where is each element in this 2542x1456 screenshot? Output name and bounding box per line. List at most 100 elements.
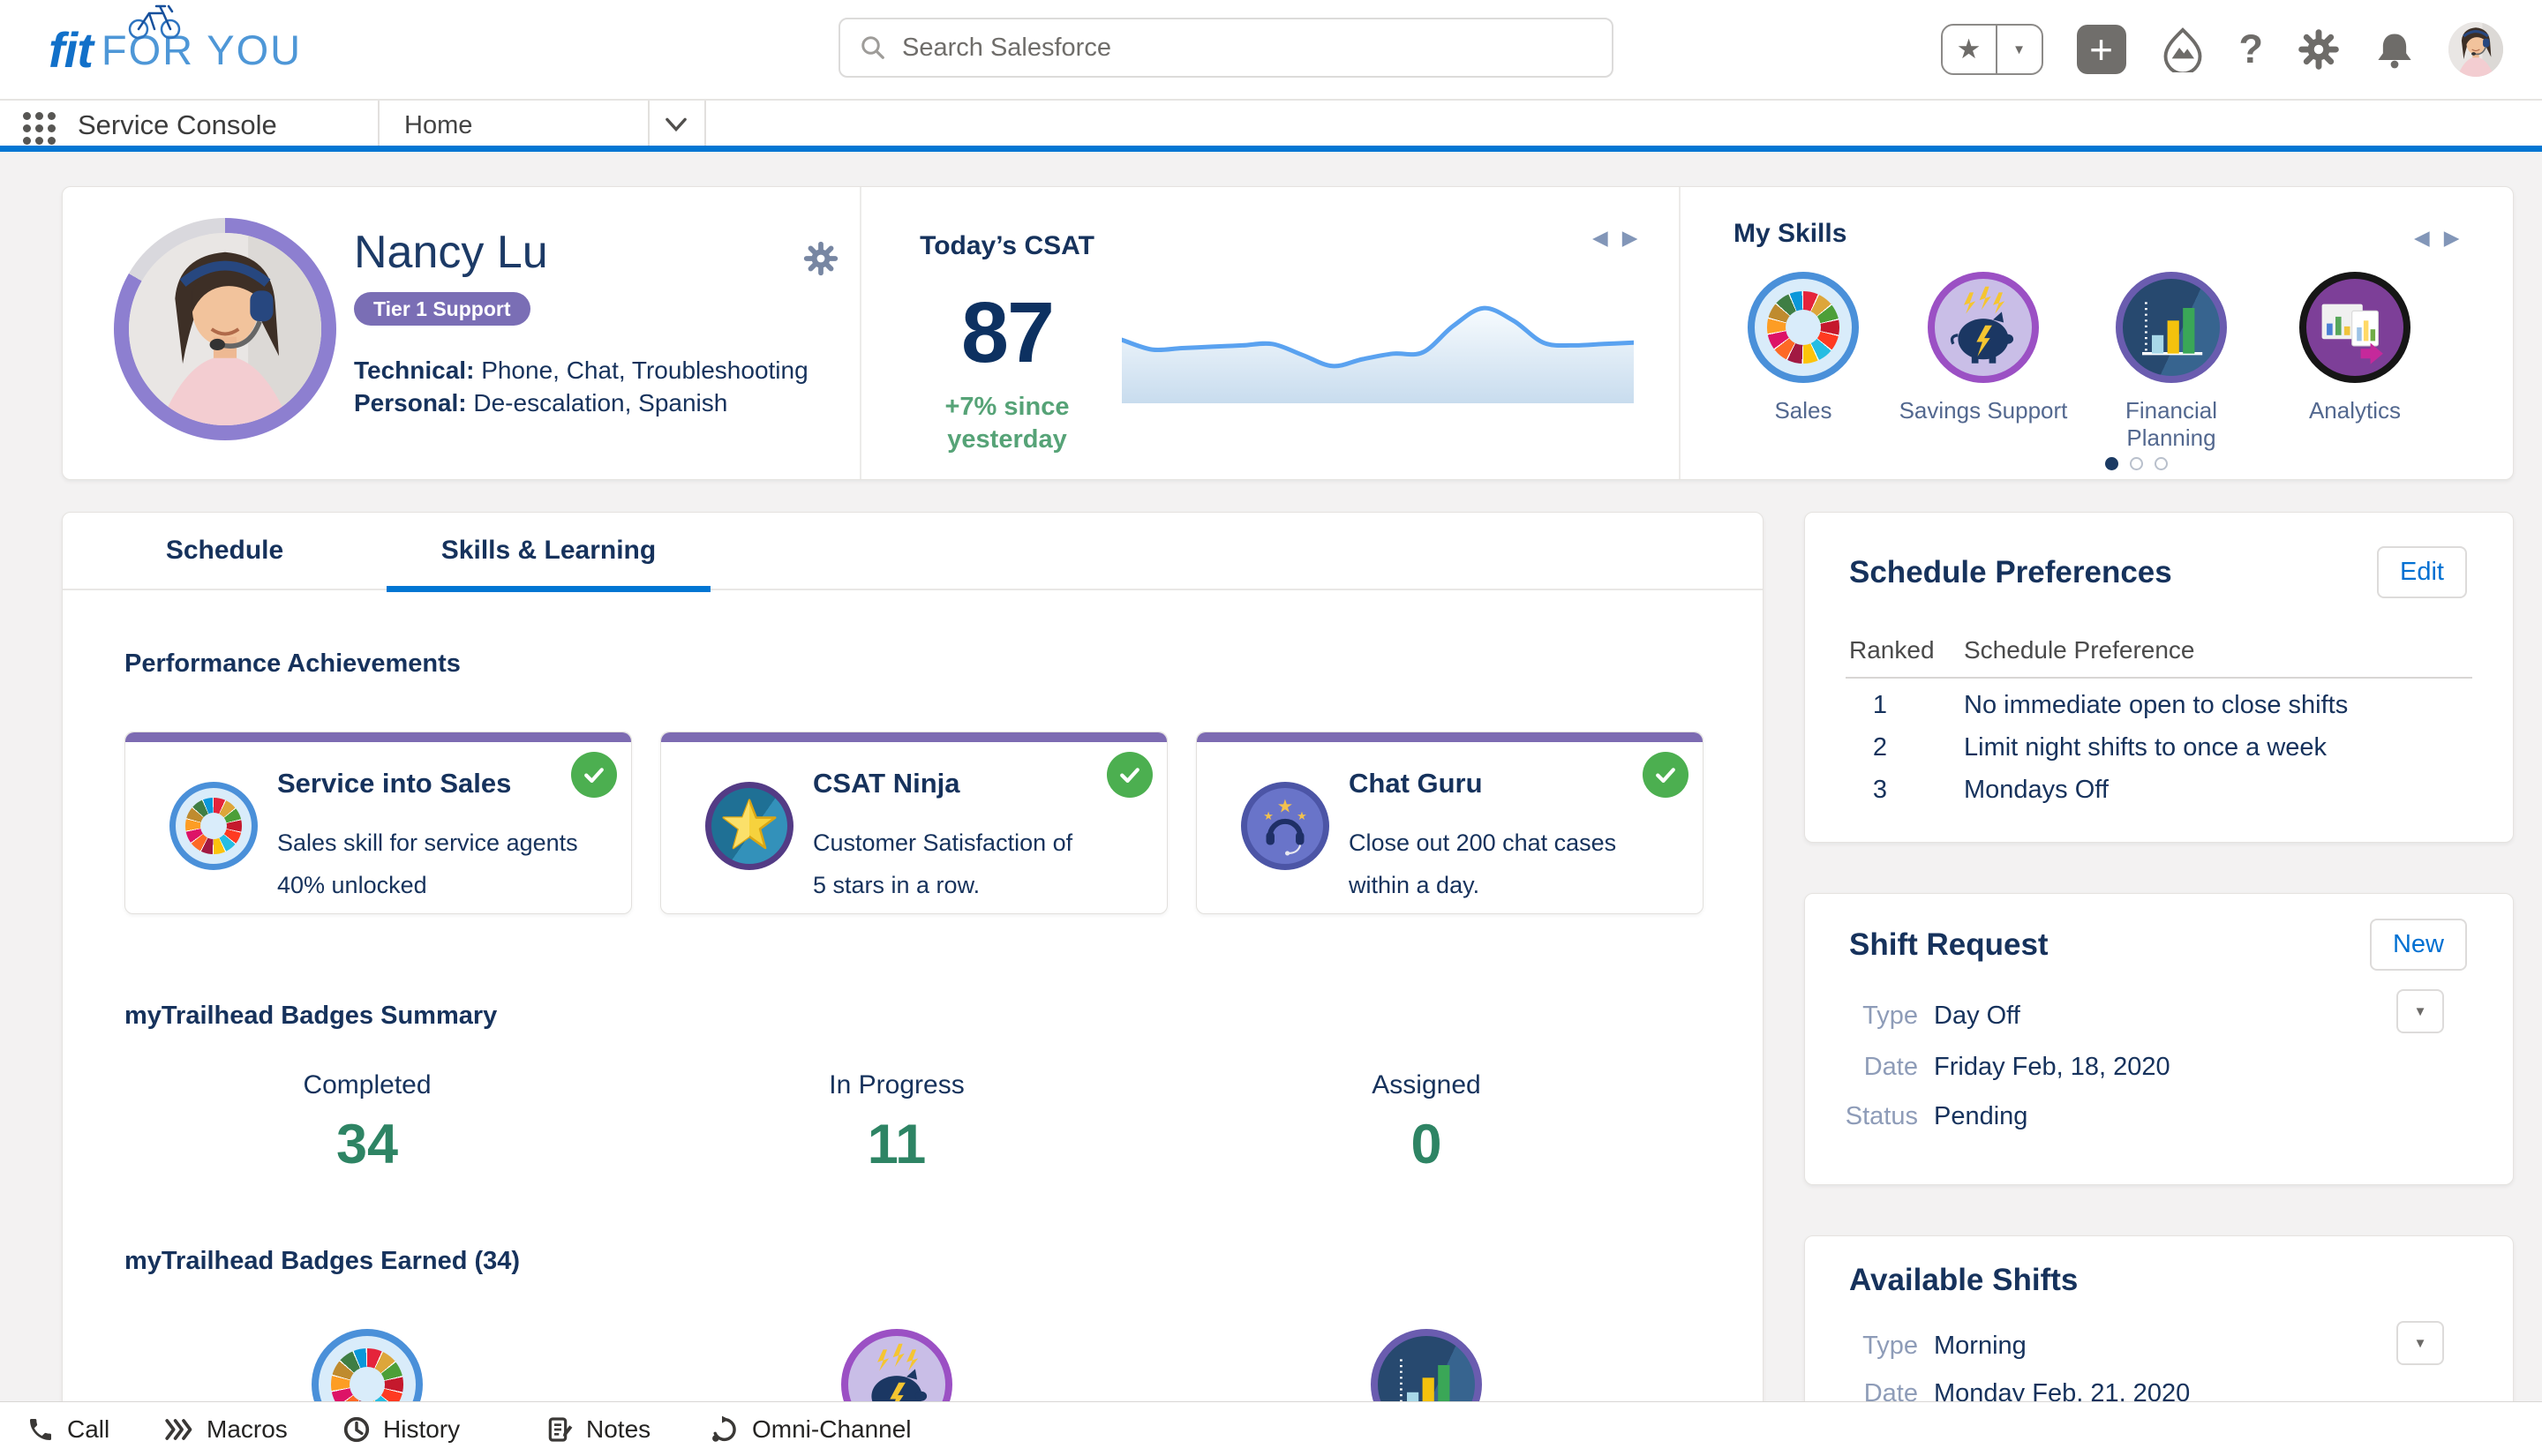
badges-summary-heading: myTrailhead Badges Summary bbox=[124, 1002, 497, 1031]
analytics-badge-icon bbox=[2299, 272, 2410, 383]
schedule-skills-card: Schedule Skills & Learning Performance A… bbox=[62, 512, 1764, 1447]
pagination-dot[interactable] bbox=[2130, 457, 2143, 470]
nav-tab-home[interactable]: Home bbox=[378, 101, 648, 150]
service-console-screen: fit FOR YOU ★ ▼ + bbox=[0, 0, 2542, 1456]
user-avatar[interactable] bbox=[2448, 22, 2503, 77]
type-dropdown-button[interactable]: ▼ bbox=[2396, 1321, 2444, 1365]
agent-profile-card: Nancy Lu Tier 1 Support Technical: Phone… bbox=[62, 186, 2514, 480]
csat-score: 87 bbox=[875, 289, 1139, 375]
shift-request-card: Shift Request New Type Day Off ▼ Date Fr… bbox=[1804, 893, 2514, 1185]
history-icon bbox=[342, 1415, 371, 1444]
add-icon[interactable]: + bbox=[2077, 25, 2126, 74]
csat-summary: Today’s CSAT 87 +7% since yesterday bbox=[875, 231, 1139, 456]
search-input[interactable] bbox=[902, 34, 1592, 63]
help-icon[interactable]: ? bbox=[2239, 26, 2264, 72]
skill-item-savings-support[interactable]: Savings Support bbox=[1892, 272, 2074, 424]
financial-chart-badge-icon bbox=[2116, 272, 2227, 383]
avatar-image bbox=[2448, 22, 2503, 77]
my-skills-title: My Skills bbox=[1734, 219, 1846, 249]
utility-bar: Call Macros History bbox=[0, 1401, 2542, 1456]
omni-channel-icon bbox=[711, 1415, 740, 1444]
stat-assigned: Assigned 0 bbox=[1162, 1070, 1691, 1176]
carousel-left-icon[interactable]: ◀ bbox=[2414, 226, 2430, 250]
achievement-card-service-into-sales[interactable]: Service into Sales Sales skill for servi… bbox=[124, 732, 632, 914]
console-nav: Service Console Home bbox=[0, 99, 2542, 152]
csat-delta: +7% since yesterday bbox=[897, 391, 1117, 456]
star-badge-icon bbox=[705, 782, 793, 870]
schedule-preferences-title: Schedule Preferences bbox=[1849, 555, 2172, 590]
tab-dropdown-caret[interactable] bbox=[648, 101, 704, 147]
skills-pagination-dots bbox=[2105, 457, 2168, 470]
new-button[interactable]: New bbox=[2370, 919, 2467, 971]
agent-name: Nancy Lu bbox=[354, 226, 548, 279]
utility-history[interactable]: History bbox=[342, 1402, 460, 1456]
tab-bar: Schedule Skills & Learning bbox=[63, 513, 1763, 590]
technical-skills-line: Technical: Phone, Chat, Troubleshooting bbox=[354, 356, 808, 385]
carousel-left-icon[interactable]: ◀ bbox=[1592, 226, 1608, 250]
header-actions: ★ ▼ + ? bbox=[1941, 0, 2504, 99]
sales-wheel-badge-icon bbox=[1748, 272, 1859, 383]
achievement-card-chat-guru[interactable]: ★ ★ ★ Chat Guru Close out 200 chat cases bbox=[1196, 732, 1703, 914]
skill-item-sales[interactable]: Sales bbox=[1712, 272, 1894, 424]
profile-avatar[interactable] bbox=[129, 233, 321, 425]
tab-schedule[interactable]: Schedule bbox=[63, 513, 387, 590]
tier-badge: Tier 1 Support bbox=[354, 292, 530, 326]
avatar-image bbox=[129, 233, 321, 425]
achievement-card-csat-ninja[interactable]: CSAT Ninja Customer Satisfaction of 5 st… bbox=[660, 732, 1168, 914]
svg-text:★: ★ bbox=[1277, 797, 1294, 817]
logo-fit-text: fit bbox=[49, 21, 93, 79]
edit-button[interactable]: Edit bbox=[2377, 546, 2467, 598]
macros-icon bbox=[164, 1416, 194, 1443]
svg-text:★: ★ bbox=[1297, 809, 1307, 822]
schedule-preferences-card: Schedule Preferences Edit Ranked Schedul… bbox=[1804, 512, 2514, 843]
favorites-star-icon[interactable]: ★ bbox=[1943, 26, 1996, 73]
headset-badge-icon: ★ ★ ★ bbox=[1241, 782, 1329, 870]
stat-completed: Completed 34 bbox=[102, 1070, 632, 1176]
complete-check-icon bbox=[1643, 752, 1688, 798]
notifications-bell-icon[interactable] bbox=[2374, 29, 2415, 70]
utility-call[interactable]: Call bbox=[26, 1402, 109, 1456]
tab-skills-learning[interactable]: Skills & Learning bbox=[387, 513, 711, 590]
notes-icon bbox=[545, 1415, 574, 1444]
available-shifts-title: Available Shifts bbox=[1849, 1263, 2078, 1298]
complete-check-icon bbox=[1107, 752, 1153, 798]
badges-summary-stats: Completed 34 In Progress 11 Assigned 0 bbox=[102, 1070, 1691, 1176]
pagination-dot[interactable] bbox=[2155, 457, 2168, 470]
achievement-cards: Service into Sales Sales skill for servi… bbox=[124, 732, 1703, 914]
personal-skills-line: Personal: De-escalation, Spanish bbox=[354, 389, 727, 417]
profile-progress-ring bbox=[114, 218, 336, 440]
type-dropdown-button[interactable]: ▼ bbox=[2396, 989, 2444, 1033]
bicycle-icon bbox=[124, 0, 192, 40]
shift-request-title: Shift Request bbox=[1849, 927, 2049, 963]
skill-item-financial-planning[interactable]: Financial Planning bbox=[2080, 272, 2262, 452]
utility-macros[interactable]: Macros bbox=[164, 1402, 288, 1456]
app-launcher-icon[interactable] bbox=[23, 112, 56, 145]
performance-achievements-heading: Performance Achievements bbox=[124, 649, 461, 679]
carousel-right-icon[interactable]: ▶ bbox=[1622, 226, 1638, 250]
complete-check-icon bbox=[571, 752, 617, 798]
setup-gear-icon[interactable] bbox=[2297, 27, 2341, 71]
pagination-dot-active[interactable] bbox=[2105, 457, 2118, 470]
stat-in-progress: In Progress 11 bbox=[632, 1070, 1162, 1176]
favorites-control[interactable]: ★ ▼ bbox=[1941, 24, 2043, 75]
csat-sparkline-chart bbox=[1122, 293, 1634, 403]
phone-icon bbox=[26, 1415, 55, 1444]
csat-carousel-arrows: ◀ ▶ bbox=[1592, 226, 1637, 250]
utility-omni-channel[interactable]: Omni-Channel bbox=[711, 1402, 912, 1456]
profile-settings-gear-icon[interactable] bbox=[802, 240, 839, 277]
sales-wheel-badge-icon bbox=[169, 782, 258, 870]
chevron-down-icon bbox=[665, 116, 688, 132]
column-schedule-preference: Schedule Preference bbox=[1964, 636, 2195, 664]
savings-piggy-badge-icon bbox=[1928, 272, 2039, 383]
global-search[interactable] bbox=[839, 18, 1613, 78]
trailhead-icon[interactable] bbox=[2160, 26, 2206, 72]
logo-rest-text: FOR YOU bbox=[102, 26, 302, 74]
column-ranked: Ranked bbox=[1849, 636, 1935, 664]
svg-text:★: ★ bbox=[1263, 809, 1274, 822]
badges-earned-heading: myTrailhead Badges Earned (34) bbox=[124, 1247, 520, 1276]
carousel-right-icon[interactable]: ▶ bbox=[2444, 226, 2460, 250]
fit-for-you-logo[interactable]: fit FOR YOU bbox=[49, 21, 302, 78]
utility-notes[interactable]: Notes bbox=[545, 1402, 651, 1456]
skill-item-analytics[interactable]: Analytics bbox=[2264, 272, 2446, 424]
favorites-caret-icon[interactable]: ▼ bbox=[1996, 26, 2042, 73]
